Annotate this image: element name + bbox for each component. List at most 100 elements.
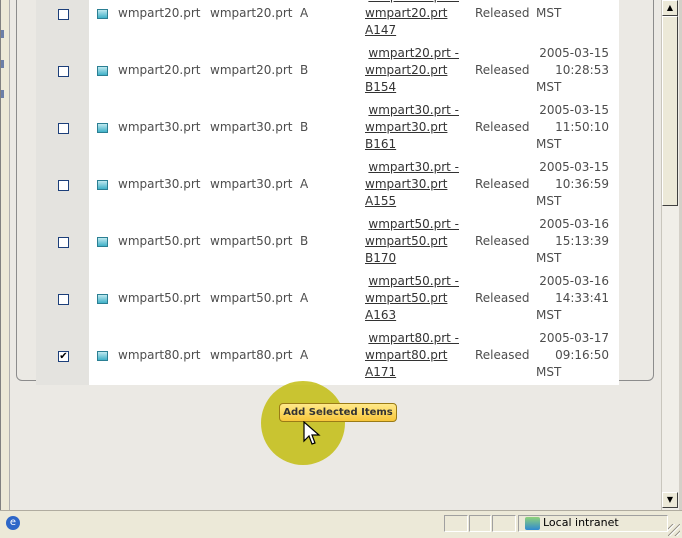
date-line: 2005-03-16 [539,217,609,231]
part-version: B [300,120,309,134]
part-version: A [300,177,309,191]
edge-marker [1,60,4,68]
part-icon [97,237,108,247]
link-line: wmpart50.prt - [368,274,459,288]
timezone-line: MST [536,251,562,265]
zone-label: Local intranet [543,516,619,529]
intranet-zone-icon [525,517,540,530]
part-icon [97,294,108,304]
results-table: wmpart20.prt wmpart20.prt A wmpart20.prt… [36,0,619,385]
status-pane [444,515,468,532]
link-line: A155 [365,194,397,208]
link-line: B161 [365,137,397,151]
lifecycle-state: Released [475,177,530,191]
modified-date: 2005-03-17 09:16:50 MST [536,330,609,381]
add-selected-items-button[interactable]: Add Selected Items [279,403,397,422]
part-link[interactable]: wmpart50.prt - wmpart50.prt B170 [365,216,459,267]
ie-page-icon: e [6,516,20,530]
row-checkbox[interactable] [58,180,69,191]
status-pane [492,515,516,532]
edge-marker [1,30,4,38]
row-checkbox[interactable] [58,66,69,77]
part-name: wmpart50.prt [210,291,293,305]
part-name: wmpart20.prt [210,63,293,77]
row-checkbox[interactable] [58,294,69,305]
lifecycle-state: Released [475,6,530,20]
time-line: 10:36:59 [555,177,609,191]
part-icon [97,123,108,133]
modified-date: 10:xx:xx MST [536,0,609,22]
time-line: 10:28:53 [555,63,609,77]
link-line: wmpart30.prt - [368,160,459,174]
part-link[interactable]: wmpart80.prt - wmpart80.prt A171 [365,330,459,381]
timezone-line: MST [536,6,562,20]
timezone-line: MST [536,365,562,379]
timezone-line: MST [536,194,562,208]
time-line: 11:50:10 [555,120,609,134]
part-link[interactable]: wmpart20.prt - wmpart20.prt A147 [365,0,459,39]
link-line: B170 [365,251,397,265]
status-pane [469,515,491,532]
time-line: 14:33:41 [555,291,609,305]
link-line: A171 [365,365,397,379]
part-number: wmpart50.prt [118,234,201,248]
lifecycle-state: Released [475,120,530,134]
row-checkbox[interactable] [58,9,69,20]
scroll-down-button[interactable]: ▼ [662,492,678,508]
table-row: wmpart30.prt wmpart30.prt A wmpart30.prt… [36,157,619,214]
link-line: B154 [365,80,397,94]
part-version: B [300,63,309,77]
part-number: wmpart80.prt [118,348,201,362]
date-line: 2005-03-16 [539,274,609,288]
modified-date: 2005-03-16 14:33:41 MST [536,273,609,324]
part-name: wmpart30.prt [210,177,293,191]
modified-date: 2005-03-15 10:36:59 MST [536,159,609,210]
modified-date: 2005-03-15 11:50:10 MST [536,102,609,153]
link-line: wmpart20.prt [365,63,448,77]
vertical-scrollbar[interactable]: ▲ ▼ [661,0,679,510]
scroll-thumb[interactable] [662,16,678,206]
table-row: wmpart50.prt wmpart50.prt B wmpart50.prt… [36,214,619,271]
date-line: 2005-03-17 [539,331,609,345]
modified-date: 2005-03-15 10:28:53 MST [536,45,609,96]
edge-marker [1,90,4,98]
timezone-line: MST [536,80,562,94]
lifecycle-state: Released [475,291,530,305]
page-viewport: wmpart20.prt wmpart20.prt A wmpart20.prt… [0,0,662,510]
part-link[interactable]: wmpart20.prt - wmpart20.prt B154 [365,45,459,96]
part-link[interactable]: wmpart30.prt - wmpart30.prt A155 [365,159,459,210]
link-line: A163 [365,308,397,322]
part-icon [97,180,108,190]
link-line: wmpart30.prt - [368,103,459,117]
scroll-up-button[interactable]: ▲ [662,0,678,16]
resize-grip-icon[interactable] [668,524,680,536]
part-number: wmpart20.prt [118,6,201,20]
left-frame-edge [1,0,10,510]
part-name: wmpart50.prt [210,234,293,248]
part-number: wmpart50.prt [118,291,201,305]
date-line: 2005-03-15 [539,103,609,117]
part-link[interactable]: wmpart50.prt - wmpart50.prt A163 [365,273,459,324]
link-line: wmpart50.prt [365,291,448,305]
part-version: B [300,234,309,248]
link-line: A147 [365,23,397,37]
link-line: wmpart20.prt - [368,46,459,60]
arrow-cursor-icon [303,421,321,445]
timezone-line: MST [536,137,562,151]
table-row: wmpart30.prt wmpart30.prt B wmpart30.prt… [36,100,619,157]
part-number: wmpart30.prt [118,177,201,191]
table-row: ✔ wmpart80.prt wmpart80.prt A wmpart80.p… [36,328,619,385]
link-line: wmpart80.prt [365,348,448,362]
part-version: A [300,6,309,20]
part-link[interactable]: wmpart30.prt - wmpart30.prt B161 [365,102,459,153]
link-line: wmpart50.prt [365,234,448,248]
lifecycle-state: Released [475,63,530,77]
time-line: 09:16:50 [555,348,609,362]
link-line: wmpart30.prt [365,177,448,191]
row-checkbox[interactable]: ✔ [58,351,69,362]
row-checkbox[interactable] [58,123,69,134]
timezone-line: MST [536,308,562,322]
link-line: wmpart30.prt [365,120,448,134]
row-checkbox[interactable] [58,237,69,248]
part-name: wmpart30.prt [210,120,293,134]
